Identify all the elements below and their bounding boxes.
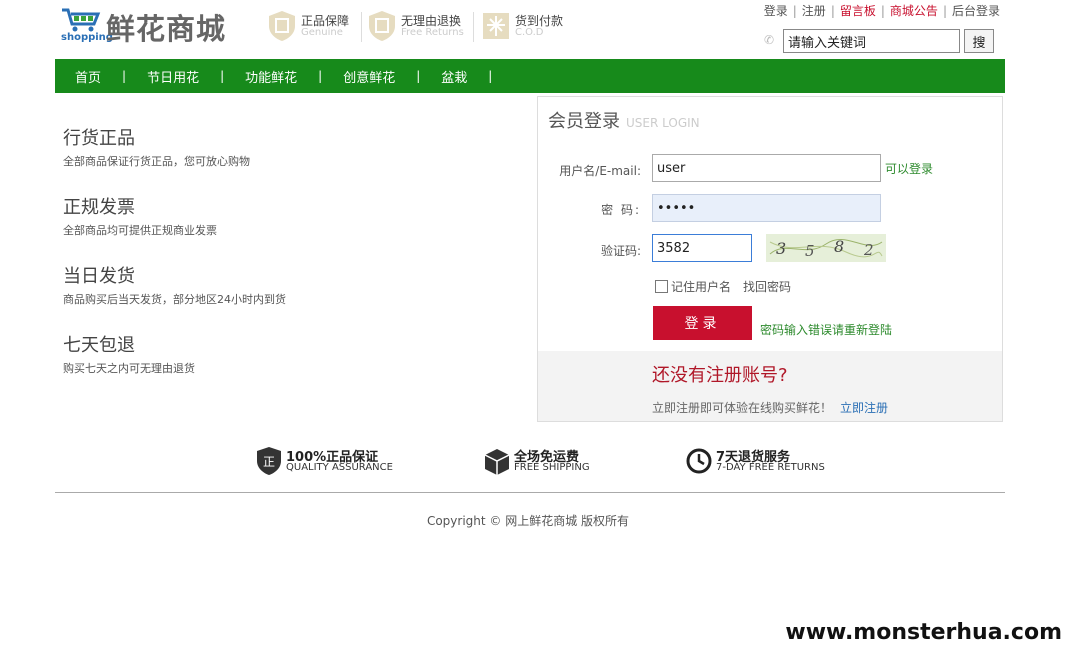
login-panel: 会员登录 USER LOGIN 用户名/E-mail: 可以登录 密 码: 验证码… bbox=[537, 96, 1003, 422]
feature-desc: 全部商品均可提供正规商业发票 bbox=[63, 224, 217, 237]
captcha-char: 3 bbox=[776, 239, 786, 258]
main-nav: 首页 | 节日用花 | 功能鲜花 | 创意鲜花 | 盆栽 | bbox=[55, 59, 1005, 93]
feature-desc: 商品购买后当天发货，部分地区24小时内到货 bbox=[63, 293, 286, 306]
captcha-field[interactable] bbox=[652, 234, 752, 262]
feature-title: 当日发货 bbox=[63, 266, 135, 287]
cod-badge-icon bbox=[483, 13, 509, 39]
copyright-text: Copyright © 网上鲜花商城 版权所有 bbox=[426, 514, 630, 528]
returns-badge-icon bbox=[369, 11, 395, 41]
captcha-char: 2 bbox=[863, 241, 874, 259]
captcha-label: 验证码: bbox=[600, 244, 641, 258]
phone-icon: ✆ bbox=[764, 33, 775, 47]
feature-seven-day-return: 七天包退 购买七天之内可无理由退货 bbox=[63, 331, 195, 376]
nav-item-functional-flowers[interactable]: 功能鲜花 bbox=[245, 67, 297, 86]
top-link-divider: | bbox=[792, 4, 797, 18]
login-error-message: 密码输入错误请重新登陆 bbox=[760, 323, 893, 337]
feature-title: 七天包退 bbox=[63, 335, 135, 356]
promise-subtitle: C.O.D bbox=[515, 27, 544, 38]
footer-divider bbox=[55, 492, 1005, 493]
feature-genuine: 行货正品 全部商品保证行货正品，您可放心购物 bbox=[63, 124, 250, 169]
feature-invoice: 正规发票 全部商品均可提供正规商业发票 bbox=[63, 193, 217, 238]
login-button[interactable]: 登录 bbox=[653, 306, 752, 340]
username-label: 用户名/E-mail: bbox=[559, 164, 641, 178]
username-status: 可以登录 bbox=[885, 162, 934, 176]
login-title: 会员登录 bbox=[548, 111, 620, 132]
top-link-divider: | bbox=[942, 4, 947, 18]
login-title-en: USER LOGIN bbox=[626, 116, 700, 130]
search-button[interactable]: 搜 bbox=[964, 29, 994, 53]
feature-same-day: 当日发货 商品购买后当天发货，部分地区24小时内到货 bbox=[63, 262, 286, 307]
guarantee-subtitle: FREE SHIPPING bbox=[514, 462, 590, 473]
promise-subtitle: Free Returns bbox=[401, 27, 464, 38]
nav-divider: | bbox=[416, 69, 421, 83]
login-header: 会员登录 USER LOGIN bbox=[548, 107, 700, 133]
remember-label: 记住用户名 bbox=[671, 280, 732, 294]
promise-divider bbox=[361, 12, 362, 42]
clock-icon bbox=[686, 448, 712, 474]
shield-icon: 正 bbox=[257, 447, 281, 475]
captcha-char: 8 bbox=[834, 237, 844, 256]
shopping-cart-icon bbox=[62, 8, 101, 32]
search-input[interactable] bbox=[783, 29, 960, 53]
top-links: 登录 | 注册 | 留言板 | 商城公告 | 后台登录 bbox=[764, 2, 1000, 19]
shield-glyph: 正 bbox=[263, 455, 275, 469]
feature-desc: 购买七天之内可无理由退货 bbox=[63, 362, 195, 375]
captcha-image[interactable]: 3 5 8 2 bbox=[766, 234, 886, 262]
guarantee-subtitle: QUALITY ASSURANCE bbox=[286, 462, 393, 473]
register-section: 还没有注册账号? 立即注册即可体验在线购买鲜花！ 立即注册 bbox=[538, 351, 1002, 421]
remember-row: 记住用户名 找回密码 bbox=[655, 278, 791, 295]
nav-divider: | bbox=[318, 69, 323, 83]
nav-item-potted-plants[interactable]: 盆栽 bbox=[441, 67, 467, 86]
captcha-char: 5 bbox=[805, 242, 815, 260]
remember-checkbox[interactable] bbox=[655, 280, 668, 293]
password-field[interactable] bbox=[652, 194, 881, 222]
search-bar: ✆ 搜 bbox=[760, 29, 994, 53]
nav-divider: | bbox=[122, 69, 127, 83]
promise-subtitle: Genuine bbox=[301, 27, 343, 38]
password-label: 密 码: bbox=[601, 203, 641, 217]
nav-divider: | bbox=[488, 69, 493, 83]
find-password-link[interactable]: 找回密码 bbox=[743, 278, 791, 295]
top-link-divider: | bbox=[880, 4, 885, 18]
nav-item-holiday-flowers[interactable]: 节日用花 bbox=[147, 67, 199, 86]
site-logo[interactable]: shopping 鲜花商城 bbox=[60, 4, 245, 46]
genuine-badge-icon bbox=[269, 11, 295, 41]
register-tip-text: 立即注册即可体验在线购买鲜花！ bbox=[652, 401, 833, 415]
feature-desc: 全部商品保证行货正品，您可放心购物 bbox=[63, 155, 250, 168]
nav-item-creative-flowers[interactable]: 创意鲜花 bbox=[343, 67, 395, 86]
feature-title: 行货正品 bbox=[63, 128, 135, 149]
watermark-text: www.monsterhua.com bbox=[785, 620, 1062, 645]
register-now-link[interactable]: 立即注册 bbox=[840, 401, 888, 415]
message-board-link[interactable]: 留言板 bbox=[840, 4, 876, 18]
guarantee-subtitle: 7-DAY FREE RETURNS bbox=[716, 462, 825, 473]
promise-divider bbox=[473, 12, 474, 42]
nav-divider: | bbox=[220, 69, 225, 83]
username-field[interactable] bbox=[652, 154, 881, 182]
register-question: 还没有注册账号? bbox=[652, 365, 788, 386]
register-link[interactable]: 注册 bbox=[802, 4, 826, 18]
register-tip: 立即注册即可体验在线购买鲜花！ 立即注册 bbox=[652, 399, 888, 416]
nav-item-home[interactable]: 首页 bbox=[75, 67, 101, 86]
box-icon bbox=[484, 449, 510, 475]
feature-title: 正规发票 bbox=[63, 197, 135, 218]
site-title: 鲜花商城 bbox=[106, 12, 227, 46]
announcement-link[interactable]: 商城公告 bbox=[890, 4, 938, 18]
login-link[interactable]: 登录 bbox=[764, 4, 788, 18]
admin-login-link[interactable]: 后台登录 bbox=[952, 4, 1000, 18]
top-link-divider: | bbox=[830, 4, 835, 18]
